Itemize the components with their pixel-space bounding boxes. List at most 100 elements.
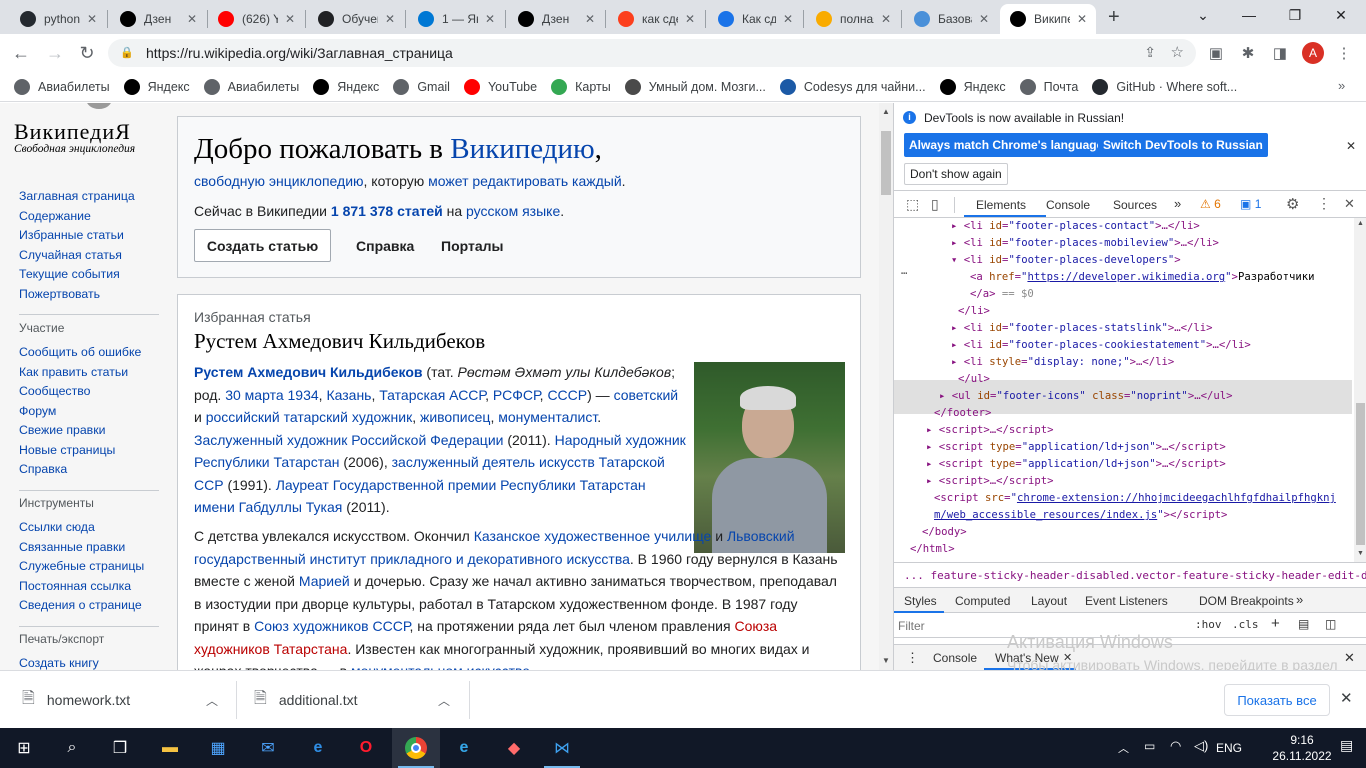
- bookmark-item[interactable]: Карты: [551, 78, 611, 95]
- close-tab-icon[interactable]: ✕: [84, 12, 100, 26]
- dom-node[interactable]: ▸ <ul id="footer-icons" class="noprint">…: [939, 388, 1232, 405]
- wikipedia-logo[interactable]: ВикипедиЯ Свободная энциклопедия: [14, 119, 135, 155]
- tab-yandex[interactable]: как сделать ✕: [608, 4, 704, 34]
- back-button[interactable]: ←: [8, 41, 34, 65]
- wifi-icon[interactable]: ◠: [1170, 738, 1181, 754]
- sidebar-nav-link[interactable]: Содержание: [19, 207, 135, 227]
- article-link[interactable]: 1934: [288, 387, 319, 403]
- close-devtools-icon[interactable]: ✕: [1344, 196, 1355, 212]
- element-state-icon[interactable]: ▤: [1298, 617, 1309, 631]
- node-options-icon[interactable]: …: [901, 263, 907, 280]
- sidebar-nav-link[interactable]: Пожертвовать: [19, 285, 135, 305]
- dom-node[interactable]: ▸ <script>…</script>: [926, 473, 1054, 490]
- dom-node[interactable]: ▸ <li style="display: none;">…</li>: [951, 354, 1174, 371]
- devtools-menu-icon[interactable]: ⋮: [1317, 195, 1331, 212]
- tab-github[interactable]: python ✕: [10, 4, 106, 34]
- dom-scrollbar[interactable]: ▲ ▼: [1354, 218, 1366, 562]
- dom-node[interactable]: </body>: [922, 524, 967, 541]
- tab-sources[interactable]: Sources: [1113, 198, 1157, 212]
- tab-openai[interactable]: Обучение ✕: [308, 4, 404, 34]
- inspect-icon[interactable]: ⬚: [906, 196, 919, 213]
- dom-node[interactable]: ▸ <li id="footer-places-contact">…</li>: [951, 218, 1200, 235]
- hover-state-toggle[interactable]: :hov: [1195, 618, 1222, 631]
- article-link[interactable]: советский: [614, 387, 679, 403]
- chevron-up-icon[interactable]: ︿: [206, 692, 218, 709]
- side-panel-icon[interactable]: ◨: [1270, 43, 1290, 63]
- more-bookmarks-icon[interactable]: »: [1338, 78, 1345, 93]
- dom-node[interactable]: </html>: [910, 541, 955, 558]
- bookmark-item[interactable]: Авиабилеты: [14, 78, 110, 95]
- sidebar-participation-link[interactable]: Сообщить об ошибке: [19, 343, 141, 363]
- close-window-button[interactable]: ✕: [1318, 0, 1364, 30]
- app-icon[interactable]: ◆: [490, 728, 538, 768]
- tab-elements[interactable]: Elements: [976, 198, 1026, 212]
- sidebar-nav-link[interactable]: Случайная статья: [19, 246, 135, 266]
- close-infobar-icon[interactable]: ✕: [1346, 139, 1356, 153]
- article-link[interactable]: Казань: [326, 387, 371, 403]
- dom-node[interactable]: m/web_accessible_resources/index.js"></s…: [934, 507, 1227, 524]
- article-link[interactable]: монументалист: [498, 409, 597, 425]
- dom-node[interactable]: ▸ <script type="application/ld+json">…</…: [926, 439, 1226, 456]
- minimize-button[interactable]: —: [1226, 0, 1272, 30]
- notifications-icon[interactable]: ▤: [1340, 737, 1353, 754]
- tab-image[interactable]: полная ✕: [806, 4, 900, 34]
- tab-layout[interactable]: Layout: [1031, 594, 1067, 608]
- article-link[interactable]: СССР: [547, 387, 587, 403]
- tray-expand-icon[interactable]: ︿: [1118, 740, 1129, 756]
- close-tab-icon[interactable]: ✕: [382, 12, 398, 26]
- close-tab-icon[interactable]: ✕: [482, 12, 498, 26]
- portals-link[interactable]: Порталы: [441, 238, 503, 254]
- messages-badge[interactable]: ▣ 1: [1240, 197, 1261, 211]
- close-tab-icon[interactable]: ✕: [582, 12, 598, 26]
- article-link[interactable]: татарский: [284, 409, 348, 425]
- sidebar-participation-link[interactable]: Как править статьи: [19, 363, 141, 383]
- article-count-link[interactable]: 1 871 378 статей: [331, 203, 443, 219]
- opera-icon[interactable]: O: [342, 728, 390, 768]
- sidebar-nav-link[interactable]: Текущие события: [19, 265, 135, 285]
- reload-button[interactable]: ↻: [74, 41, 100, 65]
- close-downloads-icon[interactable]: ✕: [1340, 689, 1353, 707]
- tab-loading[interactable]: Как сделать ✕: [708, 4, 802, 34]
- dom-node[interactable]: ▾ <li id="footer-places-developers">: [951, 252, 1181, 269]
- dom-node[interactable]: </footer>: [934, 405, 991, 422]
- drawer-menu-icon[interactable]: ⋮: [906, 650, 919, 666]
- bookmark-item[interactable]: YouTube: [463, 78, 537, 95]
- article-link[interactable]: Казанское художественное училище: [474, 528, 712, 544]
- article-link[interactable]: живописец: [420, 409, 490, 425]
- dom-tree[interactable]: ▸ <li id="footer-places-contact">…</li> …: [894, 218, 1366, 562]
- article-link[interactable]: Союз художников СССР: [254, 618, 409, 634]
- tab-dzen[interactable]: Дзен ✕: [508, 4, 604, 34]
- close-tab-icon[interactable]: ✕: [282, 12, 298, 26]
- dom-node[interactable]: ▸ <li id="footer-places-statslink">…</li…: [951, 320, 1213, 337]
- tab-gear[interactable]: Базовая ✕: [904, 4, 998, 34]
- bookmark-item[interactable]: GitHub · Where soft...: [1092, 78, 1237, 95]
- url-text[interactable]: https://ru.wikipedia.org/wiki/Заглавная_…: [146, 45, 453, 61]
- menu-icon[interactable]: ⋮: [1334, 43, 1354, 63]
- sidebar-participation-link[interactable]: Сообщество: [19, 382, 141, 402]
- scrollbar-thumb[interactable]: [881, 131, 891, 195]
- internet-explorer-icon[interactable]: e: [440, 728, 488, 768]
- volume-icon[interactable]: ◁): [1194, 738, 1208, 754]
- sidebar-tool-link[interactable]: Служебные страницы: [19, 557, 144, 577]
- restore-button[interactable]: ❐: [1272, 0, 1318, 30]
- bookmark-item[interactable]: Gmail: [393, 78, 450, 95]
- bookmark-item[interactable]: Авиабилеты: [203, 78, 299, 95]
- create-article-button[interactable]: Создать статью: [194, 229, 331, 262]
- edge-icon[interactable]: e: [294, 728, 342, 768]
- sidebar-tool-link[interactable]: Связанные правки: [19, 538, 144, 558]
- tab-search-icon[interactable]: ⌄: [1180, 0, 1226, 30]
- bookmark-item[interactable]: Codesys для чайни...: [779, 78, 926, 95]
- article-link[interactable]: Рустем Ахмедович Кильдибеков: [194, 364, 423, 380]
- tab-edge[interactable]: 1 — Яндекс ✕: [408, 4, 504, 34]
- class-toggle[interactable]: .cls: [1232, 618, 1259, 631]
- tab-dzen[interactable]: Дзен ✕: [110, 4, 206, 34]
- close-tab-icon[interactable]: ✕: [976, 12, 992, 26]
- dom-node-selected[interactable]: </a> == $0: [970, 286, 1034, 303]
- free-encyclopedia-link[interactable]: свободную энциклопедию: [194, 173, 364, 189]
- tab-console[interactable]: Console: [1046, 198, 1090, 212]
- sidebar-print-link[interactable]: Создать книгу: [19, 654, 99, 670]
- page-scrollbar[interactable]: ▲ ▼: [879, 103, 893, 670]
- chrome-icon[interactable]: [392, 728, 440, 768]
- russian-language-link[interactable]: русском языке: [466, 203, 560, 219]
- screenshot-icon[interactable]: ▣: [1206, 43, 1226, 63]
